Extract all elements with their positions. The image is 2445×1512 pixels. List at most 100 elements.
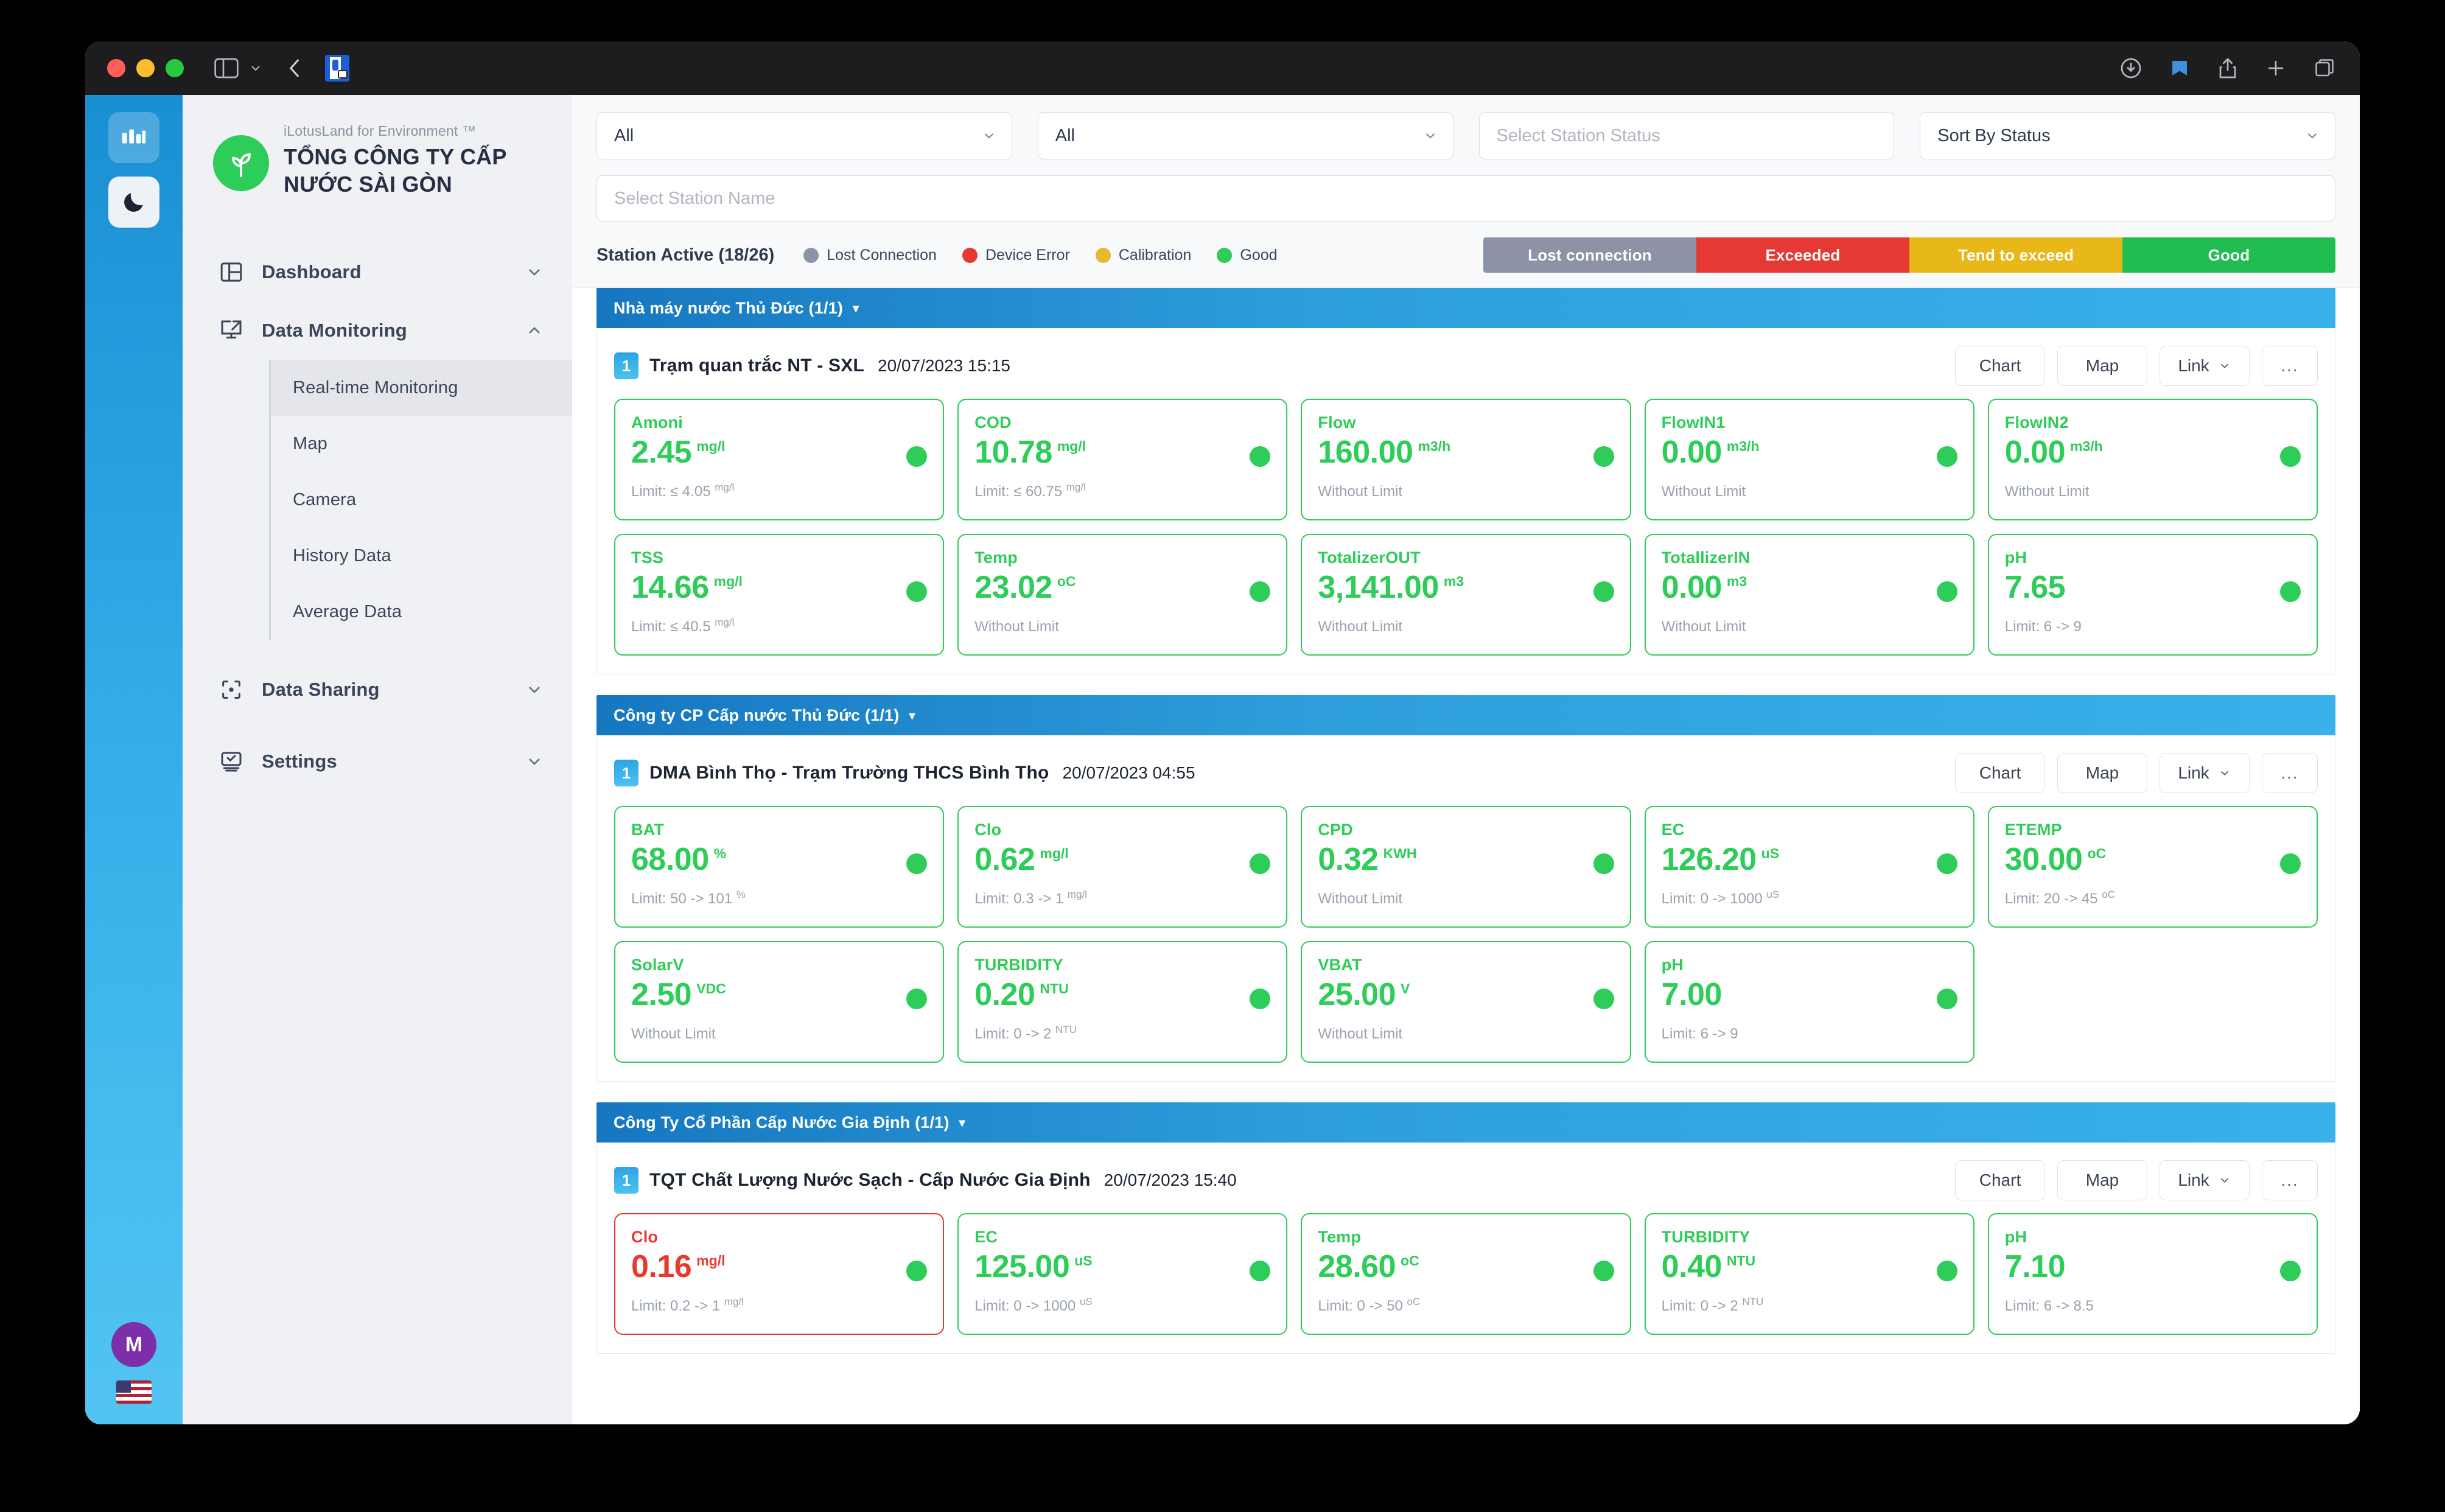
- metric-card[interactable]: pH 7.10 Limit: 6 -> 8.5: [1987, 1213, 2318, 1335]
- metric-card[interactable]: Flow 160.00 m3/h Without Limit: [1301, 399, 1631, 520]
- avatar[interactable]: M: [111, 1322, 156, 1367]
- metric-card[interactable]: ETEMP 30.00 oC Limit: 20 -> 45 oC: [1987, 806, 2318, 928]
- metric-card[interactable]: EC 125.00 uS Limit: 0 -> 1000 uS: [957, 1213, 1288, 1335]
- link-dropdown-button[interactable]: Link: [2160, 1160, 2250, 1200]
- metric-limit: Limit: 0 -> 1000 uS: [1661, 888, 1780, 907]
- station-type-select[interactable]: All: [1037, 112, 1453, 159]
- metric-limit: Without Limit: [631, 1025, 716, 1042]
- app-logo-icon[interactable]: [108, 112, 159, 163]
- metric-name: EC: [1661, 821, 1685, 839]
- metric-card[interactable]: VBAT 25.00 V Without Limit: [1301, 941, 1631, 1063]
- sidebar-toggle-icon[interactable]: [214, 58, 239, 79]
- map-button[interactable]: Map: [2057, 753, 2147, 793]
- group-header[interactable]: Nhà máy nước Thủ Đức (1/1) ▾: [596, 288, 2335, 328]
- map-button[interactable]: Map: [2057, 346, 2147, 386]
- maximize-window-button[interactable]: [166, 59, 184, 77]
- window-traffic-lights[interactable]: [107, 59, 184, 77]
- sidebar-item-real-time-monitoring[interactable]: Real-time Monitoring: [271, 360, 572, 416]
- legend-row: Station Active (18/26) Lost Connection D…: [596, 222, 2335, 287]
- sidebar-item-dashboard[interactable]: Dashboard: [183, 243, 572, 301]
- metric-name: Flow: [1318, 413, 1356, 432]
- sidebar-item-settings[interactable]: Settings: [183, 732, 572, 791]
- metric-card[interactable]: TURBIDITY 0.40 NTU Limit: 0 -> 2 NTU: [1644, 1213, 1975, 1335]
- metric-card[interactable]: TotalizerOUT 3,141.00 m3 Without Limit: [1301, 534, 1631, 656]
- link-dropdown-button[interactable]: Link: [2160, 753, 2250, 793]
- more-options-button[interactable]: ...: [2262, 1160, 2318, 1200]
- group-header[interactable]: Công Ty Cổ Phần Cấp Nước Gia Định (1/1) …: [596, 1102, 2335, 1143]
- metric-card[interactable]: Clo 0.16 mg/l Limit: 0.2 -> 1 mg/l: [614, 1213, 945, 1335]
- station-name: TQT Chất Lượng Nước Sạch - Cấp Nước Gia …: [649, 1170, 1091, 1190]
- stations-scroll-area[interactable]: Nhà máy nước Thủ Đức (1/1) ▾ 1 Trạm quan…: [572, 288, 2360, 1424]
- metric-card[interactable]: Clo 0.62 mg/l Limit: 0.3 -> 1 mg/l: [957, 806, 1288, 928]
- site-shield-icon[interactable]: [325, 55, 349, 82]
- link-dropdown-button[interactable]: Link: [2160, 346, 2250, 386]
- metric-card[interactable]: TURBIDITY 0.20 NTU Limit: 0 -> 2 NTU: [957, 941, 1288, 1063]
- sidebar-subitem-label: History Data: [293, 545, 391, 565]
- sidebar-item-history-data[interactable]: History Data: [271, 528, 572, 584]
- station-timestamp: 20/07/2023 15:15: [878, 356, 1010, 375]
- chart-button[interactable]: Chart: [1955, 346, 2045, 386]
- sidebar-item-map[interactable]: Map: [271, 416, 572, 472]
- station-status-select[interactable]: Select Station Status: [1478, 112, 1895, 159]
- metric-unit: NTU: [1040, 981, 1069, 996]
- status-bar-good: Good: [2122, 237, 2335, 273]
- chevron-down-icon[interactable]: ▾: [959, 1115, 965, 1130]
- group-title: Công ty CP Cấp nước Thủ Đức (1/1): [614, 705, 900, 724]
- group-header[interactable]: Công ty CP Cấp nước Thủ Đức (1/1) ▾: [596, 695, 2335, 735]
- sidebar-item-data-monitoring[interactable]: Data Monitoring: [183, 301, 572, 360]
- metric-card[interactable]: FlowIN2 0.00 m3/h Without Limit: [1987, 399, 2318, 520]
- back-button[interactable]: [286, 58, 303, 79]
- chevron-down-icon: [2304, 128, 2320, 144]
- metric-card[interactable]: COD 10.78 mg/l Limit: ≤ 60.75 mg/l: [957, 399, 1288, 520]
- chevron-down-icon[interactable]: ▾: [853, 301, 859, 316]
- metric-card[interactable]: pH 7.00 Limit: 6 -> 9: [1644, 941, 1975, 1063]
- us-flag-icon[interactable]: [116, 1381, 152, 1404]
- metric-card[interactable]: pH 7.65 Limit: 6 -> 9: [1987, 534, 2318, 656]
- map-button[interactable]: Map: [2057, 1160, 2147, 1200]
- metric-value: 30.00: [2004, 842, 2083, 877]
- more-options-button[interactable]: ...: [2262, 346, 2318, 386]
- downloads-icon[interactable]: [2120, 57, 2142, 79]
- password-manager-icon[interactable]: [2169, 57, 2191, 79]
- sidebar-item-average-data[interactable]: Average Data: [271, 584, 572, 640]
- metric-card[interactable]: TSS 14.66 mg/l Limit: ≤ 40.5 mg/l: [614, 534, 945, 656]
- chevron-down-icon[interactable]: [248, 61, 263, 75]
- station-actions: Chart Map Link ...: [1955, 1160, 2318, 1200]
- status-scale-bars: Lost connection Exceeded Tend to exceed …: [1483, 237, 2335, 273]
- metric-card[interactable]: Amoni 2.45 mg/l Limit: ≤ 4.05 mg/l: [614, 399, 945, 520]
- metric-card[interactable]: TotallizerIN 0.00 m3 Without Limit: [1644, 534, 1975, 656]
- share-icon[interactable]: [2217, 57, 2238, 79]
- chevron-up-icon[interactable]: [525, 321, 544, 340]
- metric-card[interactable]: Temp 23.02 oC Without Limit: [957, 534, 1288, 656]
- sidebar-item-data-sharing[interactable]: Data Sharing: [183, 660, 572, 719]
- tab-overview-icon[interactable]: [2314, 57, 2335, 79]
- chevron-down-icon[interactable]: ▾: [909, 708, 915, 723]
- metric-card[interactable]: SolarV 2.50 VDC Without Limit: [614, 941, 945, 1063]
- more-options-button[interactable]: ...: [2262, 753, 2318, 793]
- chevron-down-icon[interactable]: [525, 262, 544, 282]
- province-select[interactable]: All: [596, 112, 1012, 159]
- sidebar-item-camera[interactable]: Camera: [271, 472, 572, 528]
- sidebar-subitem-label: Camera: [293, 489, 357, 509]
- metric-card[interactable]: EC 126.20 uS Limit: 0 -> 1000 uS: [1644, 806, 1975, 928]
- metric-limit: Limit: ≤ 60.75 mg/l: [974, 481, 1086, 500]
- minimize-window-button[interactable]: [136, 59, 155, 77]
- close-window-button[interactable]: [107, 59, 125, 77]
- metric-name: TotallizerIN: [1661, 548, 1751, 567]
- chevron-down-icon[interactable]: [525, 752, 544, 771]
- dark-mode-icon[interactable]: [108, 177, 159, 228]
- chevron-down-icon[interactable]: [525, 680, 544, 699]
- sort-by-select[interactable]: Sort By Status: [1920, 112, 2335, 159]
- metric-name: FlowIN2: [2004, 413, 2069, 432]
- metric-card[interactable]: Temp 28.60 oC Limit: 0 -> 50 oC: [1301, 1213, 1631, 1335]
- metric-limit: Limit: ≤ 40.5 mg/l: [631, 616, 735, 635]
- metric-card[interactable]: FlowIN1 0.00 m3/h Without Limit: [1644, 399, 1975, 520]
- metric-card[interactable]: CPD 0.32 KWH Without Limit: [1301, 806, 1631, 928]
- new-tab-icon[interactable]: [2265, 57, 2287, 79]
- station-name-select[interactable]: Select Station Name: [596, 175, 2335, 222]
- station-head: 1 DMA Bình Thọ - Trạm Trường THCS Bình T…: [614, 751, 2318, 795]
- chart-button[interactable]: Chart: [1955, 753, 2045, 793]
- metric-card[interactable]: BAT 68.00% Limit: 50 -> 101 %: [614, 806, 945, 928]
- chart-button[interactable]: Chart: [1955, 1160, 2045, 1200]
- status-dot-green: [2280, 1261, 2301, 1281]
